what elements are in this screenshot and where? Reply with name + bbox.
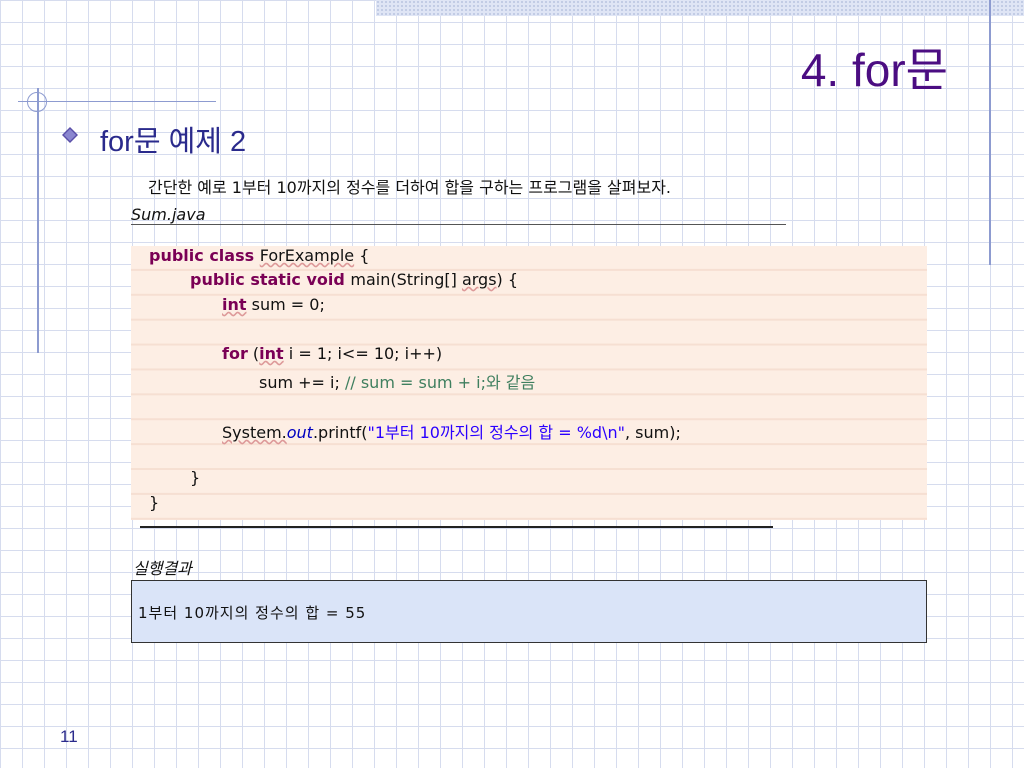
code-text: .printf( <box>312 423 368 442</box>
code-keyword: public class <box>149 246 260 265</box>
code-line-1: public class ForExample { <box>149 246 369 265</box>
code-text: , sum); <box>624 423 681 442</box>
code-text: sum += i; <box>259 373 345 392</box>
code-block: public class ForExample { public static … <box>131 246 927 520</box>
code-keyword: public static void <box>190 270 351 289</box>
code-keyword: int <box>222 295 247 314</box>
result-label: 실행결과 <box>133 559 192 578</box>
intro-text: 간단한 예로 1부터 10까지의 정수를 더하여 합을 구하는 프로그램을 살펴… <box>148 178 671 197</box>
code-text: } <box>149 493 160 512</box>
code-line-4: for (int i = 1; i<= 10; i++) <box>222 344 442 363</box>
code-text: } <box>190 468 201 487</box>
code-line-3: int sum = 0; <box>222 295 325 314</box>
diamond-bullet-icon <box>62 127 78 143</box>
result-output-box: 1부터 10까지의 정수의 합 = 55 <box>131 580 927 643</box>
code-text: sum = 0; <box>246 295 325 314</box>
code-line-6: System.out.printf("1부터 10까지의 정수의 합 = %d\… <box>222 419 681 443</box>
code-line-5: sum += i; // sum = sum + i;와 같음 <box>259 369 535 393</box>
code-text: System. <box>222 423 287 442</box>
decorative-circle <box>27 92 47 112</box>
decorative-top-bar <box>376 0 1024 16</box>
right-vertical-rule <box>989 0 991 265</box>
top-horizontal-rule <box>18 101 216 102</box>
code-keyword: int <box>259 344 284 363</box>
code-text: ) { <box>496 270 519 289</box>
code-comment: // sum = sum + i;와 같음 <box>344 373 536 392</box>
code-text: i = 1; i<= 10; i++) <box>283 344 443 363</box>
code-text: ( <box>247 344 260 363</box>
code-args: args <box>461 270 497 289</box>
code-text: { <box>354 246 370 265</box>
code-text: main(String[] <box>350 270 462 289</box>
result-output-text: 1부터 10까지의 정수의 합 = 55 <box>138 604 367 622</box>
left-vertical-rule <box>37 88 39 353</box>
code-class-name: ForExample <box>259 246 355 265</box>
file-label-rule <box>131 224 786 225</box>
code-string: "1부터 10까지의 정수의 합 = %d\n" <box>367 423 625 442</box>
slide-subtitle: for문 예제 2 <box>100 126 247 158</box>
code-line-8: } <box>149 493 159 512</box>
code-field: out <box>286 423 313 442</box>
file-name-label: Sum.java <box>131 205 206 224</box>
page-number: 11 <box>60 727 78 746</box>
code-line-7: } <box>190 468 200 487</box>
code-keyword: for <box>222 344 248 363</box>
slide-title: 4. for문 <box>800 44 948 96</box>
code-line-2: public static void main(String[] args) { <box>190 270 518 289</box>
code-bottom-rule <box>140 526 773 528</box>
